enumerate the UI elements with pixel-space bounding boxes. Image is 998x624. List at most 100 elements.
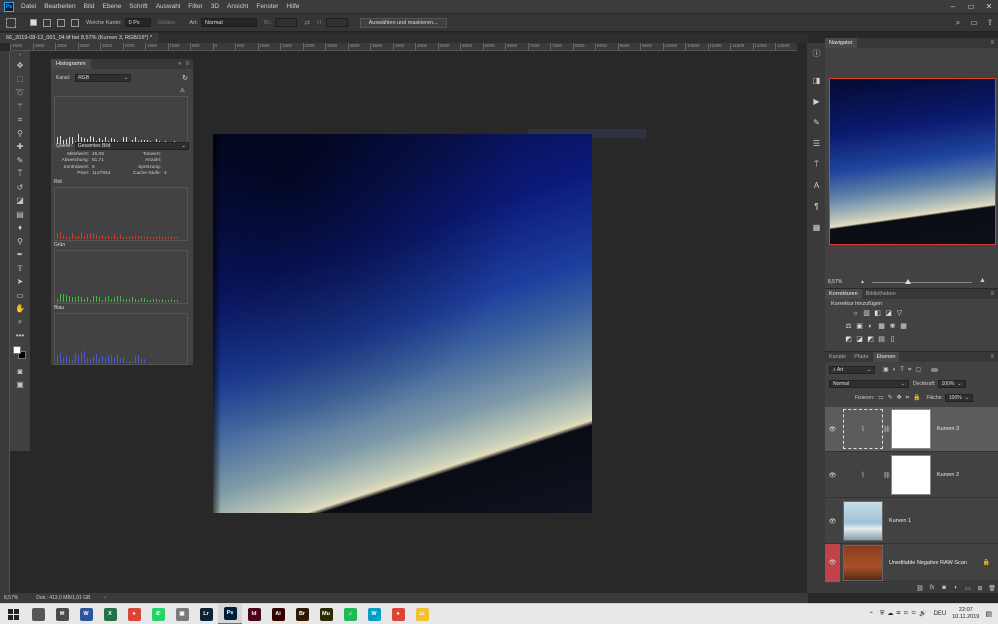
new-adjustment-icon[interactable]: ◐ bbox=[950, 585, 962, 591]
actions-panel-icon[interactable]: ▶ bbox=[807, 91, 826, 112]
quick-mask-icon[interactable]: ◙ bbox=[10, 365, 30, 379]
menu-fenster[interactable]: Fenster bbox=[256, 3, 278, 10]
brightness-adjustment-icon[interactable]: ☼ bbox=[850, 309, 861, 319]
soft-edge-input[interactable]: 0 Px bbox=[124, 18, 151, 27]
menu-datei[interactable]: Datei bbox=[21, 3, 36, 10]
minimize-icon[interactable]: – bbox=[944, 2, 962, 11]
close-icon[interactable]: ✕ bbox=[980, 2, 998, 11]
taskbar-app-7[interactable]: Lr bbox=[194, 604, 218, 624]
link-chain-icon[interactable]: ⛓ bbox=[883, 472, 891, 479]
history-panel-icon[interactable]: ◨ bbox=[807, 70, 826, 91]
navigator-zoom-knob[interactable] bbox=[905, 279, 911, 284]
taskbar-app-13[interactable]: ♫ bbox=[338, 604, 362, 624]
hue-saturation-adjustment-icon[interactable]: ⚖ bbox=[843, 322, 854, 332]
taskbar-app-4[interactable]: ● bbox=[122, 604, 146, 624]
lasso-tool-icon[interactable]: ➰ bbox=[10, 86, 30, 100]
color-balance-adjustment-icon[interactable]: ▣ bbox=[854, 322, 865, 332]
vibrance-adjustment-icon[interactable]: ▽ bbox=[894, 309, 905, 319]
gradient-tool-icon[interactable]: ▤ bbox=[10, 208, 30, 222]
layer-kurven-3[interactable]: 👁 ⌇ ⛓ Kurven 3 bbox=[825, 407, 998, 452]
marquee-tool-icon[interactable]: ⬚ bbox=[10, 73, 30, 87]
document-image[interactable] bbox=[213, 134, 592, 513]
link-chain-icon[interactable]: ⛓ bbox=[883, 426, 891, 433]
panel-menu-icon[interactable]: ≡ bbox=[990, 40, 998, 46]
link-layers-icon[interactable]: ⛓ bbox=[914, 585, 926, 592]
share-icon[interactable]: ⇪ bbox=[982, 18, 998, 28]
color-swatches[interactable] bbox=[10, 343, 30, 365]
menu-filter[interactable]: Filter bbox=[188, 3, 202, 10]
posterize-adjustment-icon[interactable]: ◪ bbox=[854, 335, 865, 345]
visibility-eye-icon[interactable]: 👁 bbox=[825, 518, 840, 525]
add-mask-icon[interactable]: ◙ bbox=[938, 585, 950, 591]
fx-icon[interactable]: fx bbox=[926, 585, 938, 591]
zoom-in-icon[interactable]: ▲ bbox=[979, 277, 986, 284]
start-button[interactable] bbox=[0, 604, 26, 624]
taskbar-app-9[interactable]: Id bbox=[242, 604, 266, 624]
taskbar-app-12[interactable]: Mu bbox=[314, 604, 338, 624]
swap-icon[interactable]: ⇄ bbox=[304, 19, 310, 27]
layer-mask-thumbnail[interactable] bbox=[891, 455, 931, 495]
style-select[interactable]: Normal bbox=[200, 18, 257, 27]
subtract-selection-icon[interactable] bbox=[57, 18, 65, 27]
menu-3d[interactable]: 3D bbox=[211, 3, 219, 10]
visibility-eye-icon[interactable]: 👁 bbox=[825, 472, 840, 479]
document-tab[interactable]: 66_2019-08-12_001_04.tif bei 8,57% (Kurv… bbox=[0, 33, 159, 43]
tab-bibliotheken[interactable]: Bibliotheken bbox=[862, 289, 900, 299]
toolbar-grip[interactable]: » bbox=[10, 51, 30, 59]
lock-icons[interactable]: ⚏✎✥⌗🔒 bbox=[878, 394, 924, 402]
taskbar-app-16[interactable]: ▭ bbox=[410, 604, 434, 624]
layer-filter-select[interactable]: ⌕ Art ⌄ bbox=[829, 366, 875, 374]
layer-kurven-1[interactable]: 👁 Kurven 1 bbox=[825, 499, 998, 544]
new-group-icon[interactable]: ▭ bbox=[962, 585, 974, 592]
tab-korrekturen[interactable]: Korrekturen bbox=[825, 289, 862, 299]
new-layer-icon[interactable]: ⊞ bbox=[974, 585, 986, 592]
glyphs-panel-icon[interactable]: ▦ bbox=[807, 217, 826, 238]
taskbar-app-5[interactable]: ✆ bbox=[146, 604, 170, 624]
fill-input[interactable]: 100% ⌄ bbox=[944, 394, 973, 402]
panel-menu-icon[interactable]: ≡ bbox=[185, 61, 193, 67]
exposure-adjustment-icon[interactable]: ◪ bbox=[883, 309, 894, 319]
height-input[interactable] bbox=[325, 18, 348, 27]
type-tool-icon[interactable]: T bbox=[10, 262, 30, 276]
menu-bearbeiten[interactable]: Bearbeiten bbox=[44, 3, 75, 10]
crop-tool-icon[interactable]: ⌗ bbox=[10, 113, 30, 127]
navigator-zoom-value[interactable]: 8,57% bbox=[828, 279, 842, 285]
eraser-tool-icon[interactable]: ◪ bbox=[10, 194, 30, 208]
width-input[interactable] bbox=[275, 18, 298, 27]
panel-menu-icon[interactable]: ≡ bbox=[990, 291, 998, 297]
menu-bild[interactable]: Bild bbox=[84, 3, 95, 10]
visibility-eye-icon[interactable]: 👁 bbox=[825, 543, 840, 582]
healing-brush-tool-icon[interactable]: ✚ bbox=[10, 140, 30, 154]
clone-stamp-tool-icon[interactable]: ⍑ bbox=[10, 167, 30, 181]
navigator-zoom-slider[interactable] bbox=[872, 282, 972, 283]
clone-source-icon[interactable]: ⍑ bbox=[807, 154, 826, 175]
taskbar-app-8[interactable]: Ps bbox=[218, 603, 242, 624]
path-selection-tool-icon[interactable]: ➤ bbox=[10, 275, 30, 289]
taskbar-app-6[interactable]: ▣ bbox=[170, 604, 194, 624]
channel-mixer-adjustment-icon[interactable]: ❀ bbox=[887, 322, 898, 332]
brush-settings-icon[interactable]: ✎ bbox=[807, 112, 826, 133]
panel-menu-icon[interactable]: ≡ bbox=[990, 354, 998, 360]
taskbar-app-10[interactable]: Ai bbox=[266, 604, 290, 624]
source-select[interactable]: Gesamtes Bild ⌄ bbox=[74, 141, 189, 150]
threshold-adjustment-icon[interactable]: ◩ bbox=[865, 335, 876, 345]
visibility-eye-icon[interactable]: 👁 bbox=[825, 426, 840, 433]
blur-tool-icon[interactable]: ♦ bbox=[10, 221, 30, 235]
photo-filter-adjustment-icon[interactable]: ▦ bbox=[876, 322, 887, 332]
workspace-icon[interactable]: ▭ bbox=[966, 18, 982, 28]
panel-collapse-icon[interactable]: « bbox=[178, 61, 185, 67]
history-brush-tool-icon[interactable]: ↺ bbox=[10, 181, 30, 195]
brush-tool-icon[interactable]: ✎ bbox=[10, 154, 30, 168]
smooth-checkbox[interactable]: Glätten bbox=[158, 20, 176, 26]
taskbar-app-2[interactable]: W bbox=[74, 604, 98, 624]
layer-kurven-2[interactable]: 👁 ⌇ ⛓ Kurven 2 bbox=[825, 453, 998, 498]
pen-tool-icon[interactable]: ✒ bbox=[10, 248, 30, 262]
layer-mask-thumbnail[interactable] bbox=[891, 409, 931, 449]
search-icon[interactable]: ⌕ bbox=[950, 18, 966, 28]
zoom-tool-icon[interactable]: ⌕ bbox=[10, 316, 30, 330]
navigator-thumbnail[interactable] bbox=[829, 78, 996, 245]
selective-color-adjustment-icon[interactable]: ▯ bbox=[887, 335, 898, 345]
taskbar-app-11[interactable]: Br bbox=[290, 604, 314, 624]
warning-icon[interactable]: ⚠ bbox=[180, 87, 185, 94]
menu-auswahl[interactable]: Auswahl bbox=[156, 3, 181, 10]
